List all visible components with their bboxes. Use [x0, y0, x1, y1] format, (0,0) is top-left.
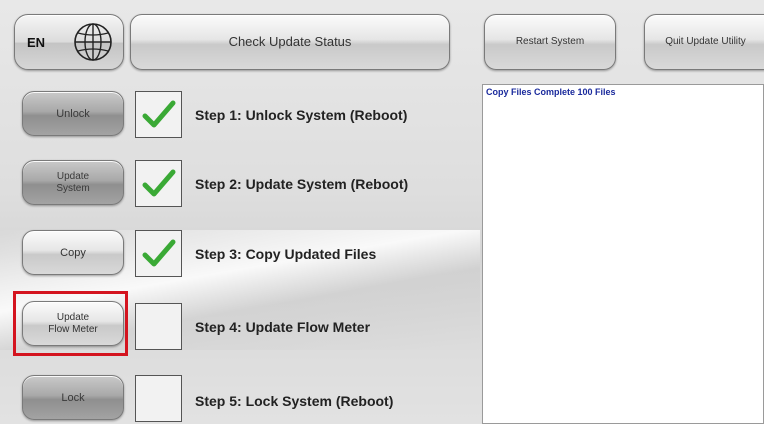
unlock-label: Unlock	[56, 107, 90, 120]
step5-checkbox	[135, 375, 182, 422]
unlock-button[interactable]: Unlock	[22, 91, 124, 136]
update-system-label-line1: Update	[56, 170, 90, 182]
step4-text: Step 4: Update Flow Meter	[195, 319, 371, 335]
log-panel[interactable]: Copy Files Complete 100 Files	[482, 84, 764, 424]
quit-update-utility-button[interactable]: Quit Update Utility	[644, 14, 764, 70]
step4-checkbox	[135, 303, 182, 350]
check-update-status-label: Check Update Status	[228, 34, 352, 49]
checkmark-icon	[142, 239, 176, 267]
step3-text: Step 3: Copy Updated Files	[195, 246, 377, 262]
language-code: EN	[27, 35, 46, 50]
copy-label: Copy	[60, 246, 86, 259]
checkmark-icon	[142, 100, 176, 128]
step2-checkbox	[135, 160, 182, 207]
update-system-button[interactable]: Update System	[22, 160, 124, 205]
checkmark-icon	[142, 169, 176, 197]
step2-text: Step 2: Update System (Reboot)	[195, 176, 409, 192]
language-selector-button[interactable]: EN	[14, 14, 124, 70]
quit-update-utility-label: Quit Update Utility	[665, 36, 746, 47]
restart-system-button[interactable]: Restart System	[484, 14, 616, 70]
update-system-label-line2: System	[56, 182, 90, 194]
highlight-box	[13, 291, 128, 356]
step3-checkbox	[135, 230, 182, 277]
globe-icon	[73, 22, 113, 67]
log-text: Copy Files Complete 100 Files	[486, 87, 616, 97]
check-update-status-button[interactable]: Check Update Status	[130, 14, 450, 70]
step1-text: Step 1: Unlock System (Reboot)	[195, 107, 408, 123]
step1-checkbox	[135, 91, 182, 138]
restart-system-label: Restart System	[515, 36, 585, 47]
lock-label: Lock	[61, 391, 85, 404]
lock-button[interactable]: Lock	[22, 375, 124, 420]
copy-button[interactable]: Copy	[22, 230, 124, 275]
step5-text: Step 5: Lock System (Reboot)	[195, 393, 394, 409]
